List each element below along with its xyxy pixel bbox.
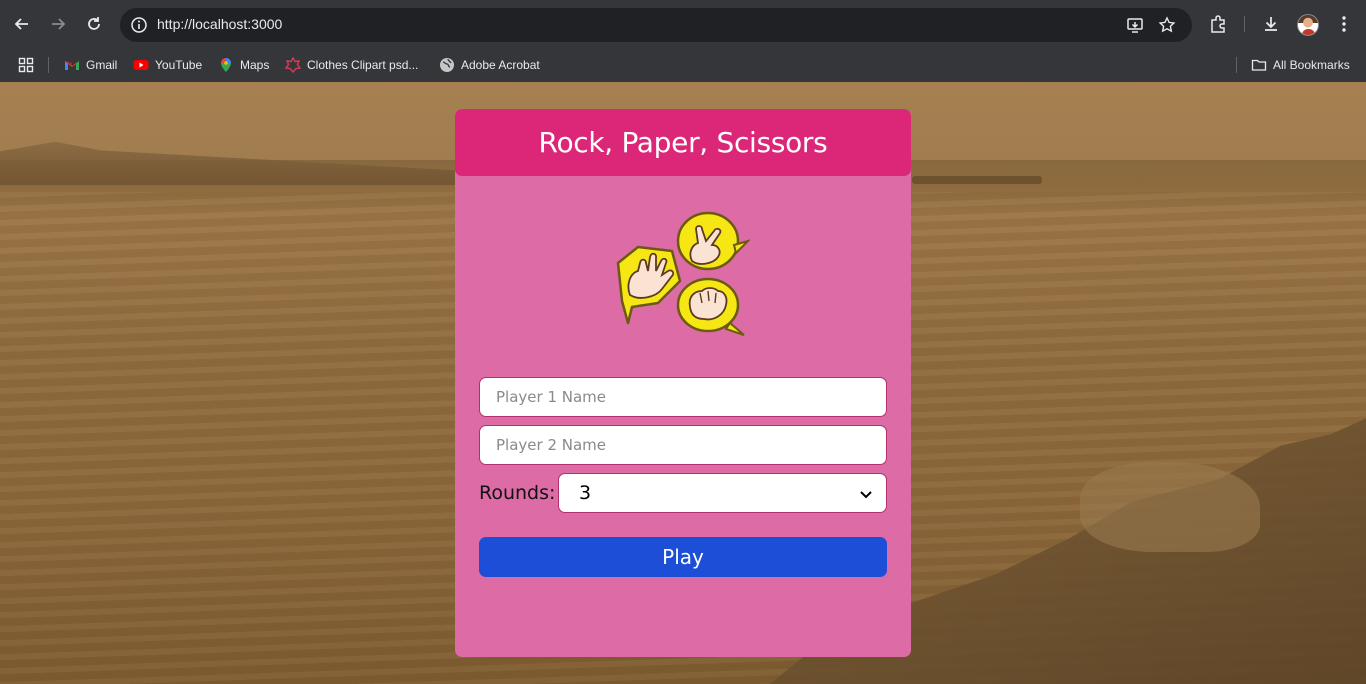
bookmark-adobe-acrobat[interactable]: Adobe Acrobat [439,53,540,77]
bookmark-gmail[interactable]: Gmail [64,53,117,77]
player1-name-input[interactable] [479,377,887,417]
back-icon[interactable] [10,12,34,36]
forward-icon[interactable] [46,12,70,36]
toolbar-divider [1244,16,1245,32]
youtube-icon [133,57,149,73]
extensions-icon[interactable] [1208,14,1228,34]
maps-icon [218,57,234,73]
player2-name-input[interactable] [479,425,887,465]
bookmark-label: Clothes Clipart psd... [307,58,419,72]
bookmarks-divider-right [1236,57,1237,73]
bookmarks-divider [48,57,49,73]
reload-icon[interactable] [82,12,106,36]
bookmark-star-icon[interactable] [1158,16,1176,34]
address-bar[interactable]: http://localhost:3000 [120,8,1192,42]
all-bookmarks[interactable]: All Bookmarks [1251,53,1350,77]
gmail-icon [64,57,80,73]
folder-icon [1251,57,1267,73]
clipart-icon [284,56,302,74]
globe-icon [439,57,455,73]
bookmark-youtube[interactable]: YouTube [133,53,202,77]
menu-kebab-icon[interactable] [1334,14,1354,34]
bookmark-label: Maps [240,58,270,72]
apps-grid-icon[interactable] [18,53,34,77]
game-title: Rock, Paper, Scissors [538,126,828,159]
game-card: Rock, Paper, Scissors Rounds: 3 Play [455,109,911,657]
background-jetty [912,176,1042,184]
site-info-icon[interactable] [130,16,148,34]
all-bookmarks-label: All Bookmarks [1273,58,1350,72]
page-background: Rock, Paper, Scissors Rounds: 3 Play [0,82,1366,684]
browser-toolbar: http://localhost:3000 [0,0,1366,48]
rounds-select[interactable]: 3 [558,473,887,513]
bookmark-label: YouTube [155,58,203,72]
profile-avatar[interactable] [1297,14,1319,36]
rock-paper-scissors-logo-icon [616,211,750,336]
chevron-down-icon [860,484,872,503]
install-app-icon[interactable] [1126,16,1144,34]
rounds-label: Rounds: [479,482,556,504]
url-text[interactable]: http://localhost:3000 [157,16,282,32]
bookmarks-bar: Gmail YouTube Maps Clothes Clipart psd..… [0,48,1366,82]
play-button[interactable]: Play [479,537,887,577]
background-rock [1080,462,1260,552]
bookmark-maps[interactable]: Maps [218,53,269,77]
downloads-icon[interactable] [1261,14,1281,34]
rounds-selected-value: 3 [579,482,592,504]
bookmark-label: Adobe Acrobat [461,58,540,72]
bookmark-clipart[interactable]: Clothes Clipart psd... [284,53,419,77]
card-header: Rock, Paper, Scissors [455,109,911,176]
bookmark-label: Gmail [86,58,118,72]
